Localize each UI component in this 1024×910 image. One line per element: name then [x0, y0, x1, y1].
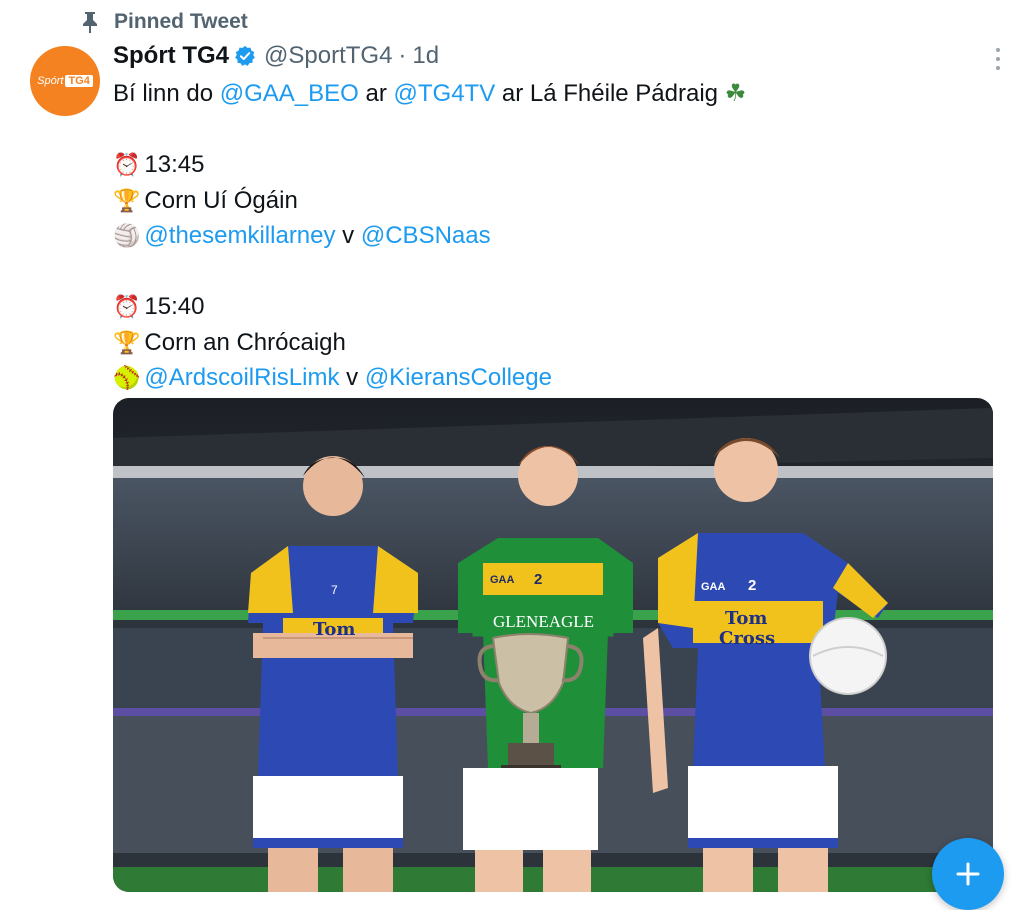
avatar[interactable]: Spórt TG4 [30, 46, 100, 116]
alarm-clock-icon: ⏰ [113, 294, 141, 319]
mention-kieranscollege[interactable]: @KieransCollege [365, 360, 552, 396]
match2-cup-line: 🏆 Corn an Chrócaigh [113, 325, 983, 361]
alarm-clock-icon: ⏰ [113, 152, 141, 177]
shamrock-icon: ☘ [724, 80, 747, 107]
meta-separator: · [398, 42, 407, 69]
match1-time-line: ⏰ 13:45 [113, 147, 983, 183]
mention-cbsnaas[interactable]: @CBSNaas [361, 218, 491, 254]
match1-teams-line: 🏐 @thesemkillarney v @CBSNaas [113, 218, 983, 254]
tweet-line-intro: Bí linn do @GAA_BEO ar @TG4TV ar Lá Fhéi… [113, 76, 983, 112]
author-name[interactable]: Spórt TG4 [113, 42, 229, 70]
match1-cup: Corn Uí Ógáin [144, 186, 298, 214]
match2-cup: Corn an Chrócaigh [144, 328, 346, 356]
author-handle[interactable]: @SportTG4 [264, 42, 392, 70]
stadium-photo-illustration: Tom 7 GLENEAGLE GAA 2 Tom Cross GAA 2 [113, 398, 993, 892]
tweet-photo[interactable]: Tom 7 GLENEAGLE GAA 2 Tom Cross GAA 2 [113, 398, 993, 892]
tweet-header: Spórt TG4 @SportTG4 · 1d [113, 42, 439, 70]
compose-tweet-button[interactable] [932, 838, 1004, 910]
tweet-text: Bí linn do @GAA_BEO ar @TG4TV ar Lá Fhéi… [113, 76, 983, 396]
trophy-icon: 🏆 [113, 187, 141, 213]
mention-thesemkillarney[interactable]: @thesemkillarney [144, 218, 335, 254]
jersey-right-gaa: GAA [701, 581, 726, 593]
pinned-label: Pinned Tweet [114, 10, 248, 33]
match2-time-line: ⏰ 15:40 [113, 289, 983, 325]
plus-icon [956, 862, 980, 886]
pin-icon [83, 12, 97, 33]
pinned-indicator: Pinned Tweet [80, 10, 248, 34]
more-options-icon[interactable] [990, 48, 1006, 70]
jersey-center-number: 2 [534, 571, 542, 588]
jersey-center-brand: GLENEAGLE [493, 612, 594, 631]
match2-teams-line: 🥎 @ArdscoilRisLimk v @KieransCollege [113, 360, 983, 396]
volleyball-icon: 🏐 [113, 223, 141, 248]
match1-time: 13:45 [144, 151, 205, 178]
softball-icon: 🥎 [113, 365, 141, 390]
jersey-left-number: 7 [331, 583, 338, 597]
verified-badge-icon [235, 45, 255, 66]
jersey-right-brand-1: Tom [725, 608, 767, 629]
jersey-right-number: 2 [748, 577, 756, 594]
football-image [809, 617, 887, 695]
trophy-icon: 🏆 [113, 329, 141, 355]
mention-gaa-beo[interactable]: @GAA_BEO [220, 76, 359, 112]
match2-time: 15:40 [144, 293, 205, 320]
jersey-left-brand: Tom [313, 619, 355, 640]
mention-ardscoilrislimk[interactable]: @ArdscoilRisLimk [144, 360, 339, 396]
tweet-timestamp[interactable]: 1d [412, 42, 439, 70]
sport-tg4-logo: Spórt TG4 [37, 75, 93, 87]
jersey-center-gaa: GAA [490, 574, 515, 586]
mention-tg4tv[interactable]: @TG4TV [394, 76, 496, 112]
jersey-right-brand-2: Cross [719, 628, 775, 649]
match1-cup-line: 🏆 Corn Uí Ógáin [113, 183, 983, 219]
